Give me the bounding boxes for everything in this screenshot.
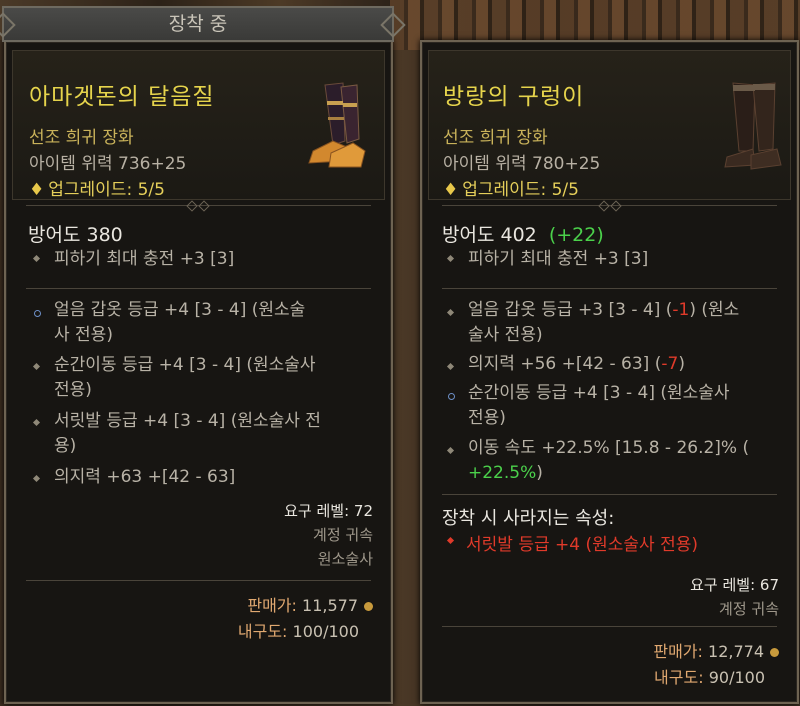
sell-price: 판매가: 11,577 bbox=[247, 592, 373, 616]
boots-icon bbox=[308, 82, 366, 168]
bullet-icon bbox=[446, 254, 455, 263]
item-name: 방랑의 구렁이 bbox=[443, 84, 585, 110]
affix-line: 전용) bbox=[468, 408, 506, 428]
affix-line: 의지력 +63 +[42 - 63] bbox=[54, 467, 236, 487]
gold-coin-icon bbox=[770, 648, 779, 657]
upgrade-diamond-icon: ♦ bbox=[443, 180, 459, 200]
bullet-icon bbox=[32, 474, 41, 483]
divider bbox=[442, 494, 777, 495]
bullet-ring-icon bbox=[34, 310, 41, 317]
affix-line: 서릿발 등급 +4 [3 - 4] (원소술사 전 bbox=[54, 411, 321, 431]
lost-affix: 서릿발 등급 +4 (원소술사 전용) bbox=[466, 535, 698, 555]
item-header: 방랑의 구렁이 선조 희귀 장화 아이템 위력 780+25 ♦ 업그레이드: 5… bbox=[428, 50, 791, 200]
divider-ornament bbox=[184, 202, 212, 208]
compared-item-tooltip: 방랑의 구렁이 선조 희귀 장화 아이템 위력 780+25 ♦ 업그레이드: 5… bbox=[420, 40, 799, 704]
item-header: 아마겟돈의 달음질 선조 희귀 장화 아이템 위력 736+25 ♦ 업그레이드:… bbox=[12, 50, 385, 200]
lost-affixes-title: 장착 시 사라지는 속성: bbox=[442, 508, 615, 529]
armor-value: 방어도 380 bbox=[28, 224, 123, 246]
affix-line: 술사 전용) bbox=[468, 325, 543, 345]
bullet-icon bbox=[446, 362, 455, 371]
bullet-icon bbox=[32, 418, 41, 427]
affix-line: 순간이동 등급 +4 [3 - 4] (원소술사 bbox=[54, 355, 316, 375]
bullet-icon bbox=[32, 362, 41, 371]
affix-line: 순간이동 등급 +4 [3 - 4] (원소술사 bbox=[468, 383, 730, 403]
item-power: 아이템 위력 780+25 bbox=[443, 154, 601, 174]
affix-line: +22.5%) bbox=[468, 463, 543, 483]
account-bound: 계정 귀속 bbox=[719, 600, 779, 618]
boots-icon bbox=[724, 82, 782, 170]
affix-line: 얼음 갑옷 등급 +4 [3 - 4] (원소술 bbox=[54, 300, 306, 320]
item-rarity: 선조 희귀 장화 bbox=[443, 128, 548, 148]
affix-line: 용) bbox=[54, 436, 77, 456]
bullet-icon bbox=[446, 308, 455, 317]
divider-ornament bbox=[596, 202, 624, 208]
affix-line: 전용) bbox=[54, 380, 92, 400]
item-rarity: 선조 희귀 장화 bbox=[29, 128, 134, 148]
gold-coin-icon bbox=[364, 602, 373, 611]
required-level: 요구 레벨: 67 bbox=[690, 576, 779, 594]
sell-price: 판매가: 12,774 bbox=[653, 638, 779, 662]
upgrade-diamond-icon: ♦ bbox=[29, 180, 45, 200]
bullet-icon bbox=[32, 254, 41, 263]
bullet-ring-icon bbox=[448, 393, 455, 400]
armor-delta: (+22) bbox=[548, 224, 604, 246]
divider bbox=[26, 288, 371, 289]
equipped-tab: 장착 중 bbox=[2, 6, 394, 42]
durability: 내구도: 100/100 bbox=[237, 622, 359, 641]
affix-line: 얼음 갑옷 등급 +3 [3 - 4] (-1) (원소 bbox=[468, 300, 740, 320]
equipped-item-tooltip: 아마겟돈의 달음질 선조 희귀 장화 아이템 위력 736+25 ♦ 업그레이드:… bbox=[4, 40, 393, 704]
affix-line: 이동 속도 +22.5% [15.8 - 26.2]% ( bbox=[468, 438, 750, 458]
bullet-icon bbox=[446, 536, 455, 545]
required-level: 요구 레벨: 72 bbox=[284, 502, 373, 520]
divider bbox=[26, 580, 371, 581]
item-power: 아이템 위력 736+25 bbox=[29, 154, 187, 174]
class-requirement: 원소술사 bbox=[317, 550, 373, 568]
item-name: 아마겟돈의 달음질 bbox=[29, 84, 215, 110]
divider bbox=[442, 288, 777, 289]
implicit-affix: 피하기 최대 충전 +3 [3] bbox=[54, 249, 235, 269]
bullet-icon bbox=[446, 446, 455, 455]
affix-line: 사 전용) bbox=[54, 325, 113, 345]
durability: 내구도: 90/100 bbox=[654, 668, 765, 687]
item-upgrade: ♦ 업그레이드: 5/5 bbox=[443, 180, 579, 200]
divider bbox=[442, 626, 777, 627]
item-upgrade: ♦ 업그레이드: 5/5 bbox=[29, 180, 165, 200]
affix-line: 의지력 +56 +[42 - 63] (-7) bbox=[468, 354, 685, 374]
implicit-affix: 피하기 최대 충전 +3 [3] bbox=[468, 249, 649, 269]
armor-value: 방어도 402 (+22) bbox=[442, 224, 604, 246]
account-bound: 계정 귀속 bbox=[313, 526, 373, 544]
